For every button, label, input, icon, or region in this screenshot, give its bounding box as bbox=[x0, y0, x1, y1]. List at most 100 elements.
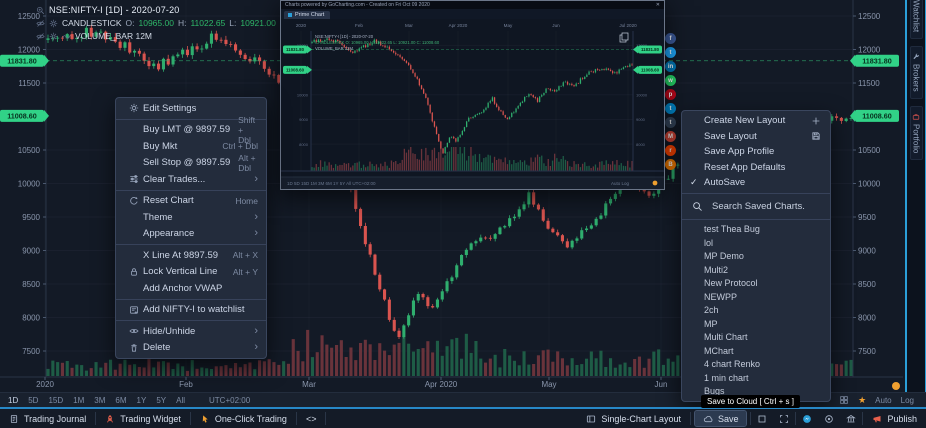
preview-tabbar: Prime Chart bbox=[281, 9, 664, 19]
close-icon[interactable]: ✕ bbox=[656, 2, 660, 8]
saved-chart-item[interactable]: NEWPP bbox=[682, 290, 830, 304]
study-settings-icon[interactable] bbox=[49, 19, 58, 28]
menu-item[interactable]: Hide/Unhide› bbox=[116, 323, 266, 340]
shortcut: Alt + Y bbox=[233, 267, 258, 277]
share-gmail-icon[interactable]: M bbox=[665, 131, 676, 142]
screenshot-button[interactable] bbox=[751, 409, 773, 428]
saved-chart-item[interactable]: test Thea Bug bbox=[682, 223, 830, 237]
toolbar-one-click-trading-button[interactable]: One-Click Trading bbox=[191, 409, 296, 428]
preview-chart[interactable]: 2020FebMarApr 2020MayJunJul 202012000120… bbox=[281, 19, 664, 189]
svg-text:Feb: Feb bbox=[355, 23, 363, 28]
menu-item[interactable]: Appearance› bbox=[116, 226, 266, 243]
share-pinterest-icon[interactable]: p bbox=[665, 89, 676, 100]
menu-item[interactable]: Save Layout bbox=[682, 129, 830, 145]
menu-item[interactable]: Buy LMT @ 9897.59Shift + Dbl bbox=[116, 122, 266, 139]
single-chart-layout-button[interactable]: Single-Chart Layout bbox=[577, 409, 690, 428]
tab-portfolio[interactable]: Portfolio bbox=[910, 106, 923, 160]
save-button[interactable]: Save bbox=[695, 411, 747, 426]
timeframe-items: 1D 5D 15D 1M 3M 6M 1Y 5Y All bbox=[8, 396, 185, 405]
timeframe-5D[interactable]: 5D bbox=[28, 396, 38, 405]
timeframe-All[interactable]: All bbox=[176, 396, 185, 405]
menu-item[interactable]: Theme› bbox=[116, 209, 266, 226]
timeframe-6M[interactable]: 6M bbox=[115, 396, 126, 405]
svg-text:10000: 10000 bbox=[297, 92, 309, 97]
preview-title: Charts powered by GoCharting.com - Creat… bbox=[285, 2, 430, 8]
share-tumblr-icon[interactable]: t bbox=[665, 117, 676, 128]
menu-item[interactable]: ✓AutoSave bbox=[682, 175, 830, 191]
menu-item[interactable]: Reset App Defaults bbox=[682, 160, 830, 176]
svg-text:9000: 9000 bbox=[22, 246, 40, 255]
saved-chart-item[interactable]: Multi2 bbox=[682, 263, 830, 277]
saved-charts-search[interactable]: Search Saved Charts. bbox=[682, 194, 830, 220]
menu-item[interactable]: Add NIFTY-I to watchlist bbox=[116, 302, 266, 319]
publish-button[interactable]: Publish bbox=[863, 409, 926, 428]
volume-settings-icon[interactable] bbox=[49, 32, 58, 41]
saved-chart-item[interactable]: MChart bbox=[682, 344, 830, 358]
saved-chart-item[interactable]: Multi Chart bbox=[682, 331, 830, 345]
share-whatsapp-icon[interactable]: w bbox=[665, 75, 676, 86]
saved-chart-item[interactable]: 4 chart Renko bbox=[682, 358, 830, 372]
menu-item[interactable]: Add Anchor VWAP bbox=[116, 280, 266, 297]
share-telegram-icon[interactable]: t bbox=[665, 103, 676, 114]
zoom-in-icon[interactable] bbox=[36, 6, 45, 15]
menu-item[interactable]: Save App Profile bbox=[682, 144, 830, 160]
share-facebook-icon[interactable]: f bbox=[665, 33, 676, 44]
timeframe-3M[interactable]: 3M bbox=[94, 396, 105, 405]
saved-chart-item[interactable]: MP Demo bbox=[682, 250, 830, 264]
tab-brokers[interactable]: Brokers bbox=[910, 46, 923, 99]
share-reddit-icon[interactable]: r bbox=[665, 145, 676, 156]
favorite-star-icon[interactable]: ★ bbox=[858, 395, 866, 406]
hide-study-icon[interactable] bbox=[36, 19, 45, 28]
exchange-button[interactable] bbox=[840, 409, 862, 428]
timeframe-1D[interactable]: 1D bbox=[8, 396, 18, 405]
timeframe-1M[interactable]: 1M bbox=[73, 396, 84, 405]
menu-item[interactable]: Sell Stop @ 9897.59Alt + Dbl bbox=[116, 155, 266, 172]
toolbar---button[interactable]: <> bbox=[297, 409, 326, 428]
svg-text:10000: 10000 bbox=[18, 179, 41, 188]
saved-chart-item[interactable]: 2ch bbox=[682, 304, 830, 318]
search-placeholder: Search Saved Charts. bbox=[712, 201, 805, 212]
svg-text:Mar: Mar bbox=[405, 23, 413, 28]
menu-item[interactable]: Create New Layout bbox=[682, 113, 830, 129]
menu-item[interactable]: Delete› bbox=[116, 340, 266, 357]
tab-prime-chart[interactable]: Prime Chart bbox=[284, 11, 330, 19]
toolbar-trading-journal-button[interactable]: Trading Journal bbox=[0, 409, 95, 428]
timezone-button[interactable]: UTC+02:00 bbox=[209, 396, 250, 405]
hide-volume-icon[interactable] bbox=[36, 32, 45, 41]
share-blogger-icon[interactable]: B bbox=[665, 159, 676, 170]
svg-text:12000: 12000 bbox=[858, 45, 881, 54]
log-scale-button[interactable]: Log bbox=[901, 396, 914, 405]
menu-group: Hide/Unhide›Delete› bbox=[116, 321, 266, 358]
share-linkedin-icon[interactable]: in bbox=[665, 61, 676, 72]
saved-chart-item[interactable]: 1 min chart bbox=[682, 371, 830, 385]
menu-item[interactable]: Reset ChartHome bbox=[116, 193, 266, 210]
auto-scale-button[interactable]: Auto bbox=[875, 396, 891, 405]
watchadd-icon bbox=[124, 305, 143, 315]
menu-item[interactable]: Lock Vertical LineAlt + Y bbox=[116, 264, 266, 281]
share-twitter-icon[interactable]: t bbox=[665, 47, 676, 58]
shortcut: Alt + X bbox=[233, 250, 258, 260]
saved-chart-item[interactable]: New Protocol bbox=[682, 277, 830, 291]
menu-item[interactable]: Clear Trades...› bbox=[116, 171, 266, 188]
fullscreen-button[interactable] bbox=[773, 409, 795, 428]
svg-text:11500: 11500 bbox=[18, 79, 40, 88]
menu-item[interactable]: X Line At 9897.59Alt + X bbox=[116, 247, 266, 264]
toolbar-trading-widget-button[interactable]: Trading Widget bbox=[96, 409, 190, 428]
saved-chart-item[interactable]: MP bbox=[682, 317, 830, 331]
target-button[interactable] bbox=[818, 409, 840, 428]
sliders-icon bbox=[124, 174, 143, 184]
svg-text:11008.60: 11008.60 bbox=[862, 112, 892, 121]
chat-button[interactable] bbox=[796, 409, 818, 428]
saved-chart-item[interactable]: lol bbox=[682, 236, 830, 250]
chart-preview-window[interactable]: Charts powered by GoCharting.com - Creat… bbox=[280, 0, 665, 190]
high-value: 11022.65 bbox=[190, 18, 225, 28]
open-label: O: bbox=[126, 18, 135, 28]
timeframe-15D[interactable]: 15D bbox=[48, 396, 63, 405]
timeframe-5Y[interactable]: 5Y bbox=[156, 396, 166, 405]
shortcut: Ctrl + Dbl bbox=[222, 141, 258, 151]
tab-watchlist[interactable]: Watchlist bbox=[910, 0, 923, 39]
svg-text:8500: 8500 bbox=[22, 280, 40, 289]
shortcut: Alt + Dbl bbox=[238, 153, 258, 173]
timeframe-1Y[interactable]: 1Y bbox=[137, 396, 147, 405]
grid-settings-icon[interactable] bbox=[839, 395, 849, 405]
